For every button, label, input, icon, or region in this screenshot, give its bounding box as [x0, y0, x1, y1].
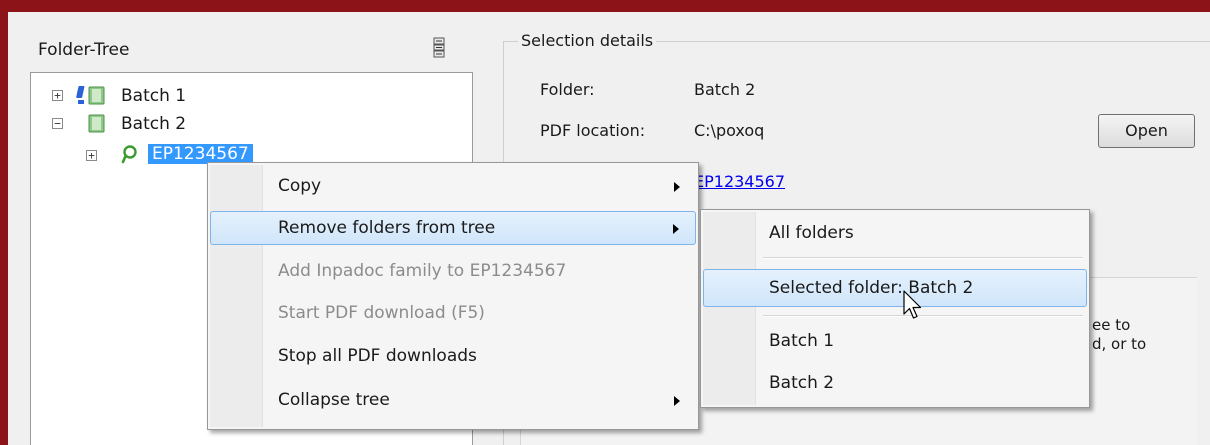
submenu-arrow-icon — [674, 182, 680, 192]
pdf-location-value: C:\poxoq — [694, 121, 765, 140]
info-text-line-2: d, or to — [1092, 335, 1147, 353]
folder-warning-icon — [76, 84, 108, 106]
menu-item-remove-folders-label: Remove folders from tree — [278, 218, 496, 238]
submenu-item-all-folders-label: All folders — [769, 223, 854, 243]
submenu-item-batch-1-label: Batch 1 — [769, 331, 835, 351]
submenu-arrow-icon — [674, 396, 680, 406]
menu-item-stop-pdf-label: Stop all PDF downloads — [278, 346, 477, 366]
remove-folders-submenu: All folders Selected folder: Batch 2 Bat… — [700, 209, 1090, 408]
folder-value: Batch 2 — [694, 80, 756, 99]
mouse-cursor-icon — [903, 290, 925, 322]
menu-item-start-pdf-label: Start PDF download (F5) — [278, 303, 485, 323]
submenu-item-batch-1[interactable]: Batch 1 — [703, 324, 1087, 358]
folder-icon — [76, 112, 108, 134]
menu-item-collapse-tree[interactable]: Collapse tree — [210, 383, 696, 417]
submenu-separator — [763, 257, 1083, 259]
submenu-item-batch-2-label: Batch 2 — [769, 373, 835, 393]
open-button[interactable]: Open — [1098, 114, 1195, 148]
context-menu: Copy Remove folders from tree Add Inpado… — [207, 162, 699, 430]
collapse-batch-2-button[interactable]: − — [52, 118, 63, 129]
tree-options-icon[interactable] — [432, 37, 448, 59]
window-frame-left — [0, 0, 8, 445]
folder-label: Folder: — [540, 80, 595, 99]
tree-node-batch-1[interactable]: Batch 1 — [121, 86, 186, 106]
info-text-line-1: ee to — [1092, 316, 1131, 334]
expand-batch-1-button[interactable]: + — [52, 90, 63, 101]
menu-item-add-inpadoc-label: Add Inpadoc family to EP1234567 — [278, 261, 567, 281]
patent-link[interactable]: EP1234567 — [694, 172, 785, 191]
pdf-location-label: PDF location: — [540, 121, 646, 140]
tree-node-batch-2[interactable]: Batch 2 — [121, 114, 186, 134]
submenu-arrow-icon — [673, 224, 679, 234]
expand-ep1234567-button[interactable]: + — [86, 150, 97, 161]
submenu-item-selected-folder[interactable]: Selected folder: Batch 2 — [703, 269, 1087, 307]
tree-node-ep1234567[interactable]: EP1234567 — [148, 144, 253, 164]
menu-item-copy[interactable]: Copy — [210, 169, 696, 203]
selection-details-title: Selection details — [518, 31, 657, 50]
menu-item-add-inpadoc-family[interactable]: Add Inpadoc family to EP1234567 — [210, 254, 696, 288]
window-frame-top — [0, 0, 1210, 12]
menu-item-remove-folders[interactable]: Remove folders from tree — [210, 211, 696, 245]
menu-item-collapse-tree-label: Collapse tree — [278, 390, 390, 410]
submenu-item-batch-2[interactable]: Batch 2 — [703, 366, 1087, 400]
submenu-item-all-folders[interactable]: All folders — [703, 216, 1087, 250]
menu-item-copy-label: Copy — [278, 176, 322, 196]
menu-item-stop-pdf-downloads[interactable]: Stop all PDF downloads — [210, 339, 696, 373]
submenu-item-selected-folder-label: Selected folder: Batch 2 — [769, 278, 974, 298]
patent-search-icon — [118, 143, 140, 165]
folder-tree-title: Folder-Tree — [38, 40, 130, 60]
menu-item-start-pdf-download[interactable]: Start PDF download (F5) — [210, 296, 696, 330]
